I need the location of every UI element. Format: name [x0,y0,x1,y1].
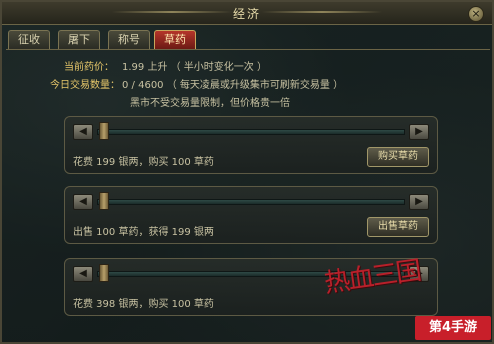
quantity-slider-thumb[interactable] [99,264,109,282]
tab-levy[interactable]: 征收 [8,30,50,49]
price-label: 当前药价： [64,62,114,73]
increase-button[interactable]: ▶ [409,194,429,210]
quantity-slider-thumb[interactable] [99,122,109,140]
quantity-slider-track[interactable] [97,199,405,205]
chevron-left-icon: ◀ [79,196,87,207]
quantity-slider-track[interactable] [97,129,405,135]
buy-herbs-button[interactable]: 购买草药 [367,147,429,167]
tab-titles[interactable]: 称号 [108,30,150,49]
sell-panel: ◀ ▶ 出售 100 草药，获得 199 银两 出售草药 [64,186,438,244]
chevron-left-icon: ◀ [79,126,87,137]
decrease-button[interactable]: ◀ [73,194,93,210]
title-bar: 经济 × [2,2,492,25]
tab-herbs[interactable]: 草药 [154,30,196,49]
sell-herbs-button[interactable]: 出售草药 [367,217,429,237]
cost-text: 花费 398 银两，购买 100 草药 [73,299,214,310]
chevron-right-icon: ▶ [415,126,423,137]
buy-panel: ◀ ▶ 花费 199 银两，购买 100 草药 购买草药 [64,116,438,174]
cost-text: 花费 199 银两，购买 100 草药 [73,157,214,168]
chevron-left-icon: ◀ [79,268,87,279]
volume-label: 今日交易数量： [50,80,120,91]
black-market-notice: 黑市不受交易量限制，但价格贵一倍 [130,98,290,109]
site-watermark: 第4手游 [415,316,491,340]
chevron-right-icon: ▶ [415,196,423,207]
tab-divider [6,49,490,50]
quantity-slider-thumb[interactable] [99,192,109,210]
decrease-button[interactable]: ◀ [73,124,93,140]
decrease-button[interactable]: ◀ [73,266,93,282]
volume-row: 今日交易数量： 0 / 4600 （ 每天凌晨或升级集市可刷新交易量 ） [50,76,343,91]
window-title: 经济 [232,7,261,21]
cost-text: 出售 100 草药，获得 199 银两 [73,227,214,238]
close-button[interactable]: × [468,6,484,22]
increase-button[interactable]: ▶ [409,124,429,140]
tab-subordinates[interactable]: 屠下 [58,30,100,49]
price-row: 当前药价： 1.99 上升 （ 半小时变化一次 ） [50,58,267,73]
price-value: 1.99 上升 （ 半小时变化一次 ） [122,62,267,73]
volume-value: 0 / 4600 （ 每天凌晨或升级集市可刷新交易量 ） [122,80,344,91]
